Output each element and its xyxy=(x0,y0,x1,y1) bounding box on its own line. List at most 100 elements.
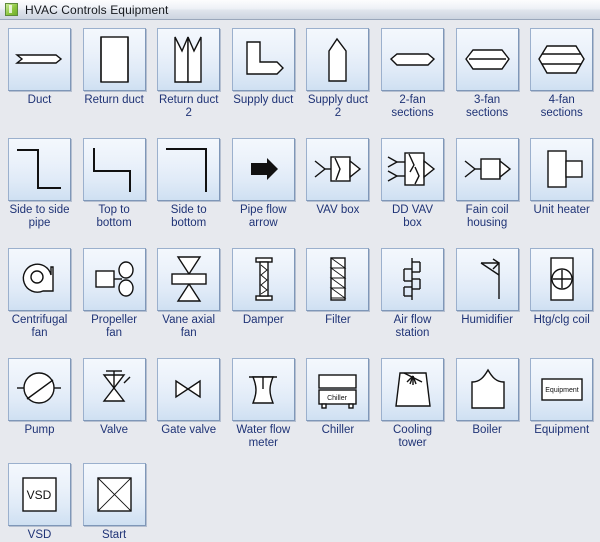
shape-tile-humidifier[interactable] xyxy=(456,248,519,311)
shape-label-pipe-flow-arrow: Pipe flow arrow xyxy=(226,204,301,230)
shape-label-supply-duct: Supply duct xyxy=(226,94,301,107)
shape-cell-filter[interactable]: Filter xyxy=(300,248,375,327)
shape-tile-vane-axial-fan[interactable] xyxy=(157,248,220,311)
shape-cell-return-duct[interactable]: Return duct xyxy=(77,28,152,107)
shape-tile-2-fan-sections[interactable] xyxy=(381,28,444,91)
shape-tile-fain-coil-housing[interactable] xyxy=(456,138,519,201)
shape-tile-supply-duct[interactable] xyxy=(232,28,295,91)
shape-cell-vsd[interactable]: VSD VSD xyxy=(2,463,77,542)
shape-label-boiler: Boiler xyxy=(450,424,525,437)
shape-tile-boiler[interactable] xyxy=(456,358,519,421)
shape-cell-centrifugal-fan[interactable]: Centrifugal fan xyxy=(2,248,77,340)
shape-tile-chiller[interactable]: Chiller xyxy=(306,358,369,421)
shape-cell-chiller[interactable]: ChillerChiller xyxy=(300,358,375,437)
shape-tile-duct[interactable] xyxy=(8,28,71,91)
shape-cell-supply-duct[interactable]: Supply duct xyxy=(226,28,301,107)
shape-cell-4-fan-sections[interactable]: 4-fan sections xyxy=(524,28,599,120)
shape-cell-cooling-tower[interactable]: Cooling tower xyxy=(375,358,450,450)
shape-cell-top-to-bottom[interactable]: Top to bottom xyxy=(77,138,152,230)
shape-tile-unit-heater[interactable] xyxy=(530,138,593,201)
shape-palette: DuctReturn ductReturn duct 2Supply ductS… xyxy=(0,20,600,515)
shape-label-side-to-bottom: Side to bottom xyxy=(151,204,226,230)
shape-tile-gate-valve[interactable] xyxy=(157,358,220,421)
shape-label-return-duct: Return duct xyxy=(77,94,152,107)
shape-cell-3-fan-sections[interactable]: 3-fan sections xyxy=(450,28,525,120)
stencil-icon xyxy=(5,3,18,16)
shape-cell-unit-heater[interactable]: Unit heater xyxy=(524,138,599,217)
shape-tile-side-to-bottom[interactable] xyxy=(157,138,220,201)
svg-text:Equipment: Equipment xyxy=(545,387,579,394)
shape-label-vane-axial-fan: Vane axial fan xyxy=(151,314,226,340)
shape-cell-fain-coil-housing[interactable]: Fain coil housing xyxy=(450,138,525,230)
shape-tile-filter[interactable] xyxy=(306,248,369,311)
shape-tile-damper[interactable] xyxy=(232,248,295,311)
shape-cell-duct[interactable]: Duct xyxy=(2,28,77,107)
shape-cell-pump[interactable]: Pump xyxy=(2,358,77,437)
shape-tile-4-fan-sections[interactable] xyxy=(530,28,593,91)
shape-tile-valve[interactable] xyxy=(83,358,146,421)
shape-label-vsd: VSD xyxy=(2,529,77,542)
shape-label-water-flow-meter: Water flow meter xyxy=(226,424,301,450)
shape-cell-pipe-flow-arrow[interactable]: Pipe flow arrow xyxy=(226,138,301,230)
shape-tile-cooling-tower[interactable] xyxy=(381,358,444,421)
shape-label-gate-valve: Gate valve xyxy=(151,424,226,437)
shape-tile-top-to-bottom[interactable] xyxy=(83,138,146,201)
shape-tile-side-to-side-pipe[interactable] xyxy=(8,138,71,201)
window-title: HVAC Controls Equipment xyxy=(25,3,168,17)
shape-cell-boiler[interactable]: Boiler xyxy=(450,358,525,437)
shape-cell-humidifier[interactable]: Humidifier xyxy=(450,248,525,327)
shape-cell-htg-clg-coil[interactable]: Htg/clg coil xyxy=(524,248,599,327)
shape-label-humidifier: Humidifier xyxy=(450,314,525,327)
shape-label-centrifugal-fan: Centrifugal fan xyxy=(2,314,77,340)
shape-tile-3-fan-sections[interactable] xyxy=(456,28,519,91)
shape-label-propeller-fan: Propeller fan xyxy=(77,314,152,340)
shape-label-valve: Valve xyxy=(77,424,152,437)
shape-cell-return-duct-2[interactable]: Return duct 2 xyxy=(151,28,226,120)
shape-tile-propeller-fan[interactable] xyxy=(83,248,146,311)
shape-cell-propeller-fan[interactable]: Propeller fan xyxy=(77,248,152,340)
shape-cell-damper[interactable]: Damper xyxy=(226,248,301,327)
window-title-bar: HVAC Controls Equipment xyxy=(0,0,600,20)
shape-cell-dd-vav-box[interactable]: DD VAV box xyxy=(375,138,450,230)
shape-label-3-fan-sections: 3-fan sections xyxy=(450,94,525,120)
shape-label-return-duct-2: Return duct 2 xyxy=(151,94,226,120)
shape-cell-supply-duct-2[interactable]: Supply duct 2 xyxy=(300,28,375,120)
shape-tile-htg-clg-coil[interactable] xyxy=(530,248,593,311)
shape-label-2-fan-sections: 2-fan sections xyxy=(375,94,450,120)
shape-label-side-to-side-pipe: Side to side pipe xyxy=(2,204,77,230)
shape-tile-dd-vav-box[interactable] xyxy=(381,138,444,201)
shape-tile-vav-box[interactable] xyxy=(306,138,369,201)
shape-label-start: Start xyxy=(77,529,152,542)
shape-tile-return-duct-2[interactable] xyxy=(157,28,220,91)
shape-cell-side-to-side-pipe[interactable]: Side to side pipe xyxy=(2,138,77,230)
shape-label-vav-box: VAV box xyxy=(300,204,375,217)
shape-tile-start[interactable] xyxy=(83,463,146,526)
shape-label-unit-heater: Unit heater xyxy=(524,204,599,217)
shape-cell-gate-valve[interactable]: Gate valve xyxy=(151,358,226,437)
shape-label-duct: Duct xyxy=(2,94,77,107)
shape-tile-air-flow-station[interactable] xyxy=(381,248,444,311)
shape-label-top-to-bottom: Top to bottom xyxy=(77,204,152,230)
shape-tile-return-duct[interactable] xyxy=(83,28,146,91)
shape-cell-water-flow-meter[interactable]: Water flow meter xyxy=(226,358,301,450)
shape-cell-equipment[interactable]: EquipmentEquipment xyxy=(524,358,599,437)
shape-tile-pump[interactable] xyxy=(8,358,71,421)
shape-cell-side-to-bottom[interactable]: Side to bottom xyxy=(151,138,226,230)
shape-label-filter: Filter xyxy=(300,314,375,327)
shape-tile-centrifugal-fan[interactable] xyxy=(8,248,71,311)
svg-text:Chiller: Chiller xyxy=(327,395,348,402)
shape-cell-valve[interactable]: Valve xyxy=(77,358,152,437)
shape-cell-vav-box[interactable]: VAV box xyxy=(300,138,375,217)
shape-tile-vsd[interactable]: VSD xyxy=(8,463,71,526)
shape-cell-vane-axial-fan[interactable]: Vane axial fan xyxy=(151,248,226,340)
shape-cell-start[interactable]: Start xyxy=(77,463,152,542)
shape-label-cooling-tower: Cooling tower xyxy=(375,424,450,450)
shape-tile-pipe-flow-arrow[interactable] xyxy=(232,138,295,201)
shape-tile-supply-duct-2[interactable] xyxy=(306,28,369,91)
shape-label-fain-coil-housing: Fain coil housing xyxy=(450,204,525,230)
shape-label-4-fan-sections: 4-fan sections xyxy=(524,94,599,120)
shape-tile-water-flow-meter[interactable] xyxy=(232,358,295,421)
shape-cell-air-flow-station[interactable]: Air flow station xyxy=(375,248,450,340)
shape-tile-equipment[interactable]: Equipment xyxy=(530,358,593,421)
shape-cell-2-fan-sections[interactable]: 2-fan sections xyxy=(375,28,450,120)
